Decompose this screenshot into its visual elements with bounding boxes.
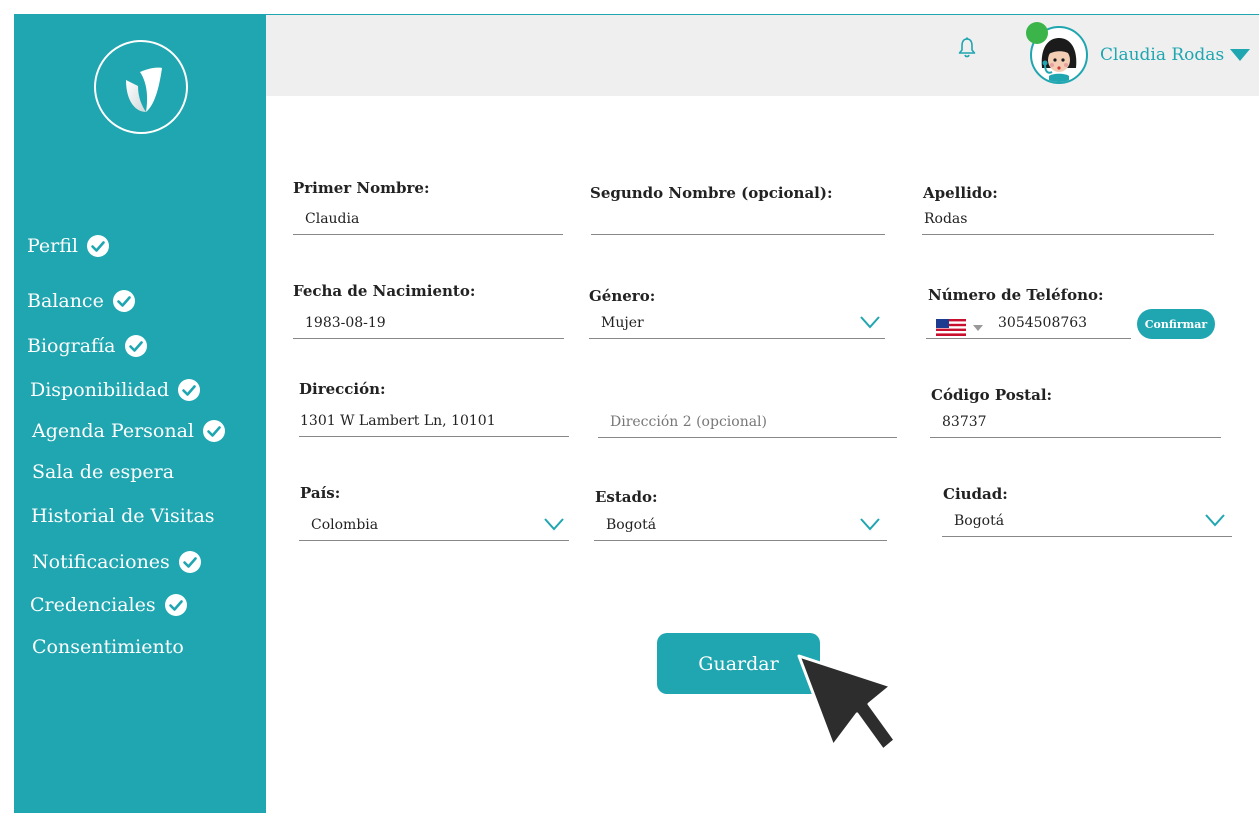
logo-icon bbox=[126, 67, 162, 112]
middle-name-label: Segundo Nombre (opcional): bbox=[590, 184, 833, 202]
country-select[interactable]: Colombia bbox=[299, 515, 569, 541]
sidebar-item-consentimiento[interactable]: Consentimiento bbox=[32, 636, 184, 658]
check-circle-icon bbox=[202, 420, 225, 442]
sidebar-item-balance[interactable]: Balance bbox=[27, 289, 136, 313]
sidebar bbox=[14, 14, 266, 813]
confirm-phone-button[interactable]: Confirmar bbox=[1137, 309, 1215, 339]
state-label: Estado: bbox=[595, 488, 658, 506]
first-name-value: Claudia bbox=[305, 211, 360, 227]
caret-down-icon[interactable] bbox=[1229, 48, 1251, 62]
state-value: Bogotá bbox=[606, 517, 657, 533]
sidebar-item-label: Credenciales bbox=[30, 594, 156, 616]
middle-name-input[interactable] bbox=[591, 209, 885, 235]
address-input[interactable]: 1301 W Lambert Ln, 10101 bbox=[299, 411, 569, 437]
chevron-down-icon bbox=[544, 518, 564, 531]
sidebar-item-agenda-personal[interactable]: Agenda Personal bbox=[32, 419, 226, 443]
app-logo[interactable] bbox=[94, 40, 188, 134]
sidebar-item-perfil[interactable]: Perfil bbox=[27, 234, 110, 258]
check-circle-icon bbox=[178, 551, 201, 573]
first-name-input[interactable]: Claudia bbox=[293, 209, 563, 235]
bell-icon[interactable] bbox=[957, 36, 977, 60]
address2-input[interactable]: Dirección 2 (opcional) bbox=[598, 412, 897, 438]
sidebar-item-label: Notificaciones bbox=[32, 551, 170, 573]
chevron-down-icon bbox=[860, 518, 880, 531]
online-status-indicator bbox=[1026, 22, 1048, 44]
sidebar-item-historial-de-visitas[interactable]: Historial de Visitas bbox=[31, 505, 215, 527]
phone-label: Número de Teléfono: bbox=[928, 286, 1104, 304]
sidebar-item-sala-de-espera[interactable]: Sala de espera bbox=[32, 461, 174, 483]
gender-select[interactable]: Mujer bbox=[589, 313, 885, 339]
chevron-down-icon bbox=[860, 316, 880, 329]
sidebar-item-label: Agenda Personal bbox=[32, 420, 194, 442]
sidebar-item-label: Historial de Visitas bbox=[31, 505, 215, 527]
sidebar-item-biografia[interactable]: Biografía bbox=[27, 334, 148, 358]
postal-code-input[interactable]: 83737 bbox=[930, 412, 1221, 438]
chevron-down-icon bbox=[1205, 514, 1225, 527]
sidebar-item-label: Biografía bbox=[27, 335, 116, 357]
check-circle-icon bbox=[178, 379, 201, 401]
birth-date-label: Fecha de Nacimiento: bbox=[293, 282, 476, 300]
phone-value: 3054508763 bbox=[998, 315, 1088, 331]
sidebar-item-label: Balance bbox=[27, 290, 104, 312]
country-value: Colombia bbox=[311, 517, 379, 533]
birth-date-value: 1983-08-19 bbox=[305, 315, 386, 331]
city-select[interactable]: Bogotá bbox=[942, 511, 1232, 537]
postal-code-label: Código Postal: bbox=[931, 386, 1053, 404]
sidebar-item-label: Consentimiento bbox=[32, 636, 184, 658]
first-name-label: Primer Nombre: bbox=[293, 179, 430, 197]
phone-input[interactable]: 3054508763 bbox=[926, 313, 1131, 339]
sidebar-item-credenciales[interactable]: Credenciales bbox=[30, 593, 188, 617]
postal-code-value: 83737 bbox=[942, 414, 987, 430]
last-name-input[interactable]: Rodas bbox=[922, 209, 1214, 235]
check-circle-icon bbox=[112, 290, 135, 312]
sidebar-item-label: Disponibilidad bbox=[30, 379, 170, 401]
sidebar-item-disponibilidad[interactable]: Disponibilidad bbox=[30, 378, 201, 402]
check-circle-icon bbox=[164, 594, 187, 616]
last-name-value: Rodas bbox=[924, 211, 968, 227]
check-circle-icon bbox=[87, 235, 110, 257]
city-value: Bogotá bbox=[954, 513, 1005, 529]
country-label: País: bbox=[300, 484, 341, 502]
sidebar-item-label: Perfil bbox=[27, 235, 79, 257]
gender-value: Mujer bbox=[601, 315, 644, 331]
sidebar-item-label: Sala de espera bbox=[32, 461, 175, 483]
birth-date-input[interactable]: 1983-08-19 bbox=[293, 313, 564, 339]
mouse-pointer-icon bbox=[797, 654, 897, 752]
gender-label: Género: bbox=[589, 287, 656, 305]
state-select[interactable]: Bogotá bbox=[594, 515, 887, 541]
check-circle-icon bbox=[124, 335, 147, 357]
user-name[interactable]: Claudia Rodas bbox=[1100, 45, 1224, 65]
address-label: Dirección: bbox=[299, 380, 386, 398]
us-flag-icon[interactable] bbox=[936, 319, 966, 336]
sidebar-item-notificaciones[interactable]: Notificaciones bbox=[32, 550, 202, 574]
address2-placeholder: Dirección 2 (opcional) bbox=[610, 414, 767, 430]
caret-down-icon[interactable] bbox=[973, 325, 983, 331]
last-name-label: Apellido: bbox=[923, 184, 998, 202]
city-label: Ciudad: bbox=[943, 485, 1008, 503]
address-value: 1301 W Lambert Ln, 10101 bbox=[300, 413, 496, 429]
